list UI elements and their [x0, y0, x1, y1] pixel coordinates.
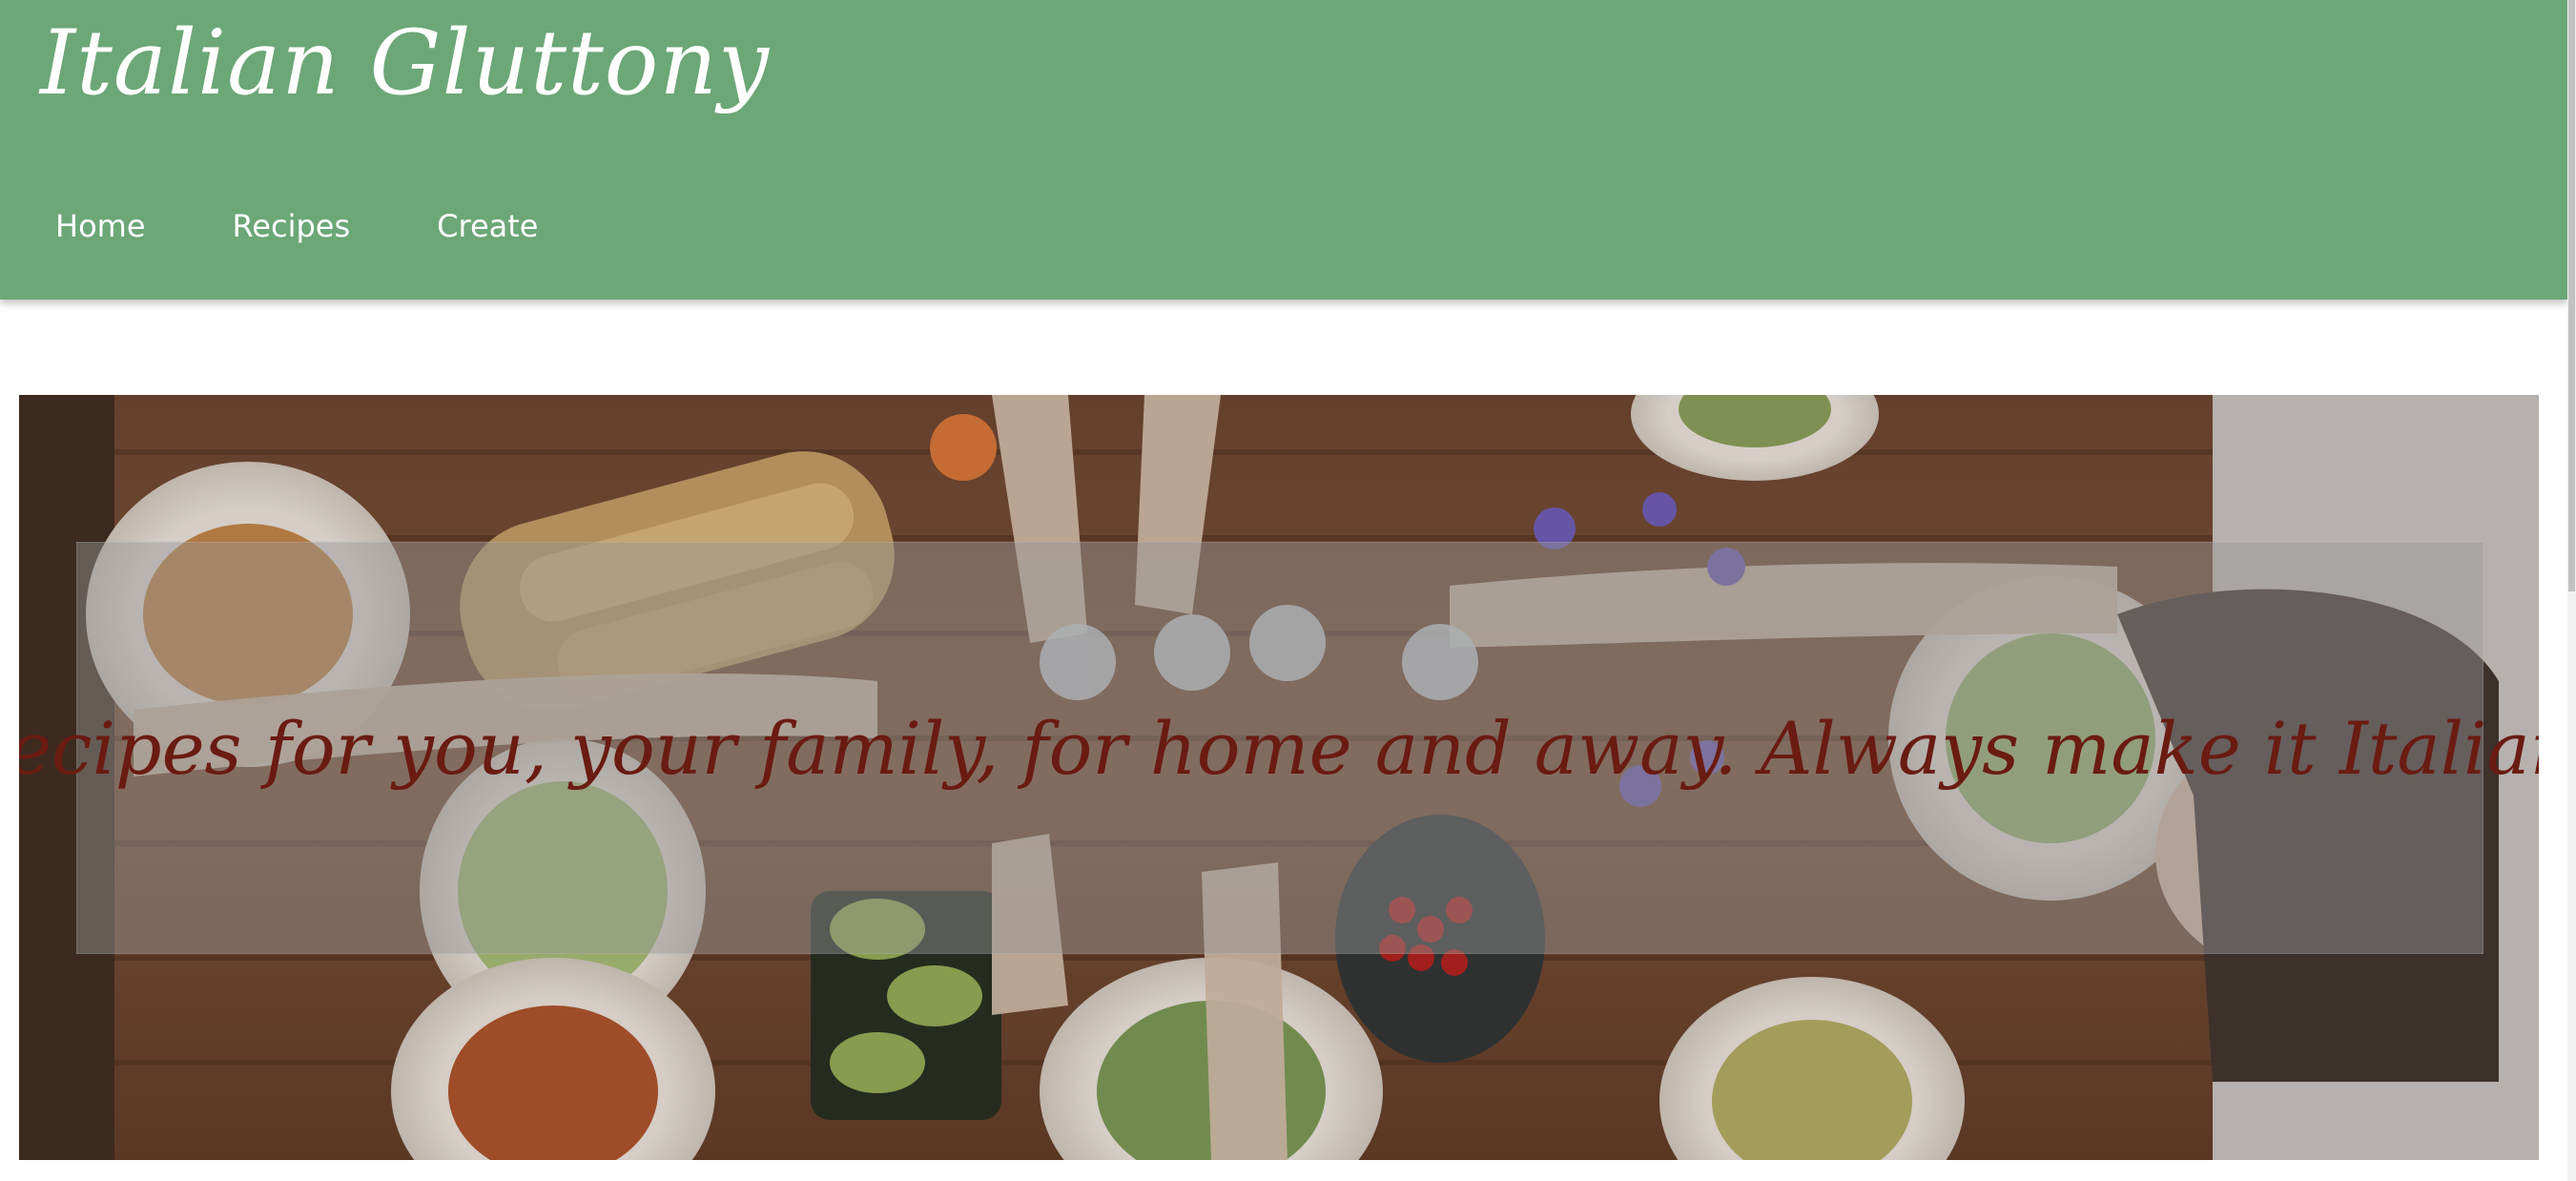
site-header: Italian Gluttony Home Recipes Create [0, 0, 2567, 300]
nav-link-create[interactable]: Create [437, 208, 538, 244]
hero-tagline: Recipes for you, your family, for home a… [19, 705, 2539, 791]
scrollbar-thumb[interactable] [2568, 0, 2575, 591]
nav-link-recipes[interactable]: Recipes [233, 208, 351, 244]
nav-link-home[interactable]: Home [55, 208, 146, 244]
site-logo-title[interactable]: Italian Gluttony [40, 11, 770, 115]
page-scrollbar[interactable] [2567, 0, 2576, 1181]
tagline-panel: Recipes for you, your family, for home a… [19, 542, 2539, 954]
hero-banner: Recipes for you, your family, for home a… [19, 395, 2539, 1160]
main-navigation: Home Recipes Create [55, 208, 625, 244]
